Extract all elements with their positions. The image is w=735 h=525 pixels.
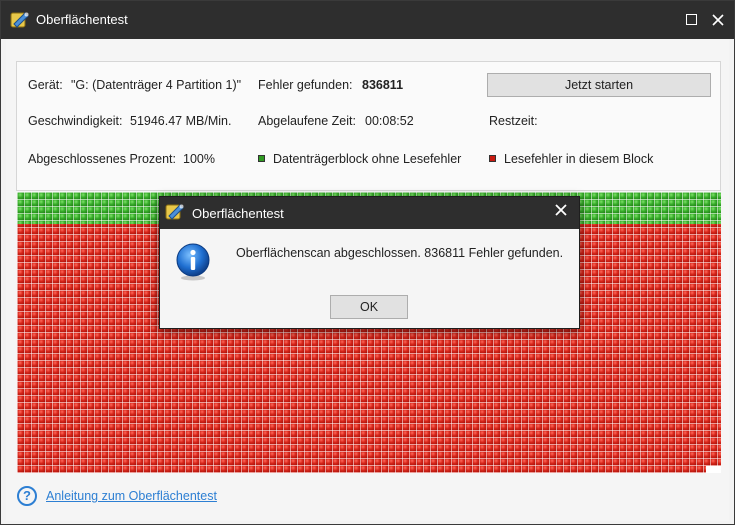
- question-icon[interactable]: ?: [17, 486, 37, 506]
- maximize-icon: [685, 14, 697, 25]
- close-icon: [555, 204, 567, 216]
- app-icon: [10, 12, 29, 28]
- dialog-title: Oberflächentest: [192, 206, 284, 221]
- info-panel: Gerät: "G: (Datenträger 4 Partition 1)" …: [16, 61, 721, 191]
- close-icon: [712, 14, 724, 26]
- help-link[interactable]: Anleitung zum Oberflächentest: [46, 489, 217, 503]
- speed-value: 51946.47 MB/Min.: [130, 114, 232, 128]
- elapsed-value: 00:08:52: [365, 114, 414, 128]
- ok-button[interactable]: OK: [330, 295, 408, 319]
- window-title: Oberflächentest: [36, 12, 128, 27]
- start-button[interactable]: Jetzt starten: [487, 73, 711, 97]
- device-label: Gerät:: [28, 78, 63, 92]
- remaining-label: Restzeit:: [489, 114, 538, 128]
- window-titlebar: Oberflächentest: [1, 1, 734, 39]
- dialog-titlebar: Oberflächentest: [160, 197, 579, 229]
- dialog-message: Oberflächenscan abgeschlossen. 836811 Fe…: [236, 246, 564, 260]
- app-icon: [165, 204, 184, 220]
- block-map-empty-tail: [706, 466, 721, 473]
- dialog-close-button[interactable]: [551, 202, 571, 222]
- device-value: "G: (Datenträger 4 Partition 1)": [71, 78, 242, 92]
- legend-error-swatch: [489, 155, 496, 162]
- elapsed-label: Abgelaufene Zeit:: [258, 114, 356, 128]
- legend-error-label: Lesefehler in diesem Block: [504, 152, 654, 166]
- errors-value: 836811: [362, 78, 404, 92]
- maximize-button[interactable]: [680, 9, 702, 31]
- close-button[interactable]: [707, 9, 729, 31]
- errors-label: Fehler gefunden:: [258, 78, 353, 92]
- info-icon: [176, 243, 210, 281]
- legend-ok-swatch: [258, 155, 265, 162]
- speed-label: Geschwindigkeit:: [28, 114, 123, 128]
- legend-ok-label: Datenträgerblock ohne Lesefehler: [273, 152, 462, 166]
- completion-dialog: Oberflächentest Oberflächenscan abgeschl…: [159, 196, 580, 329]
- percent-label: Abgeschlossenes Prozent:: [28, 152, 177, 166]
- percent-value: 100%: [183, 152, 215, 166]
